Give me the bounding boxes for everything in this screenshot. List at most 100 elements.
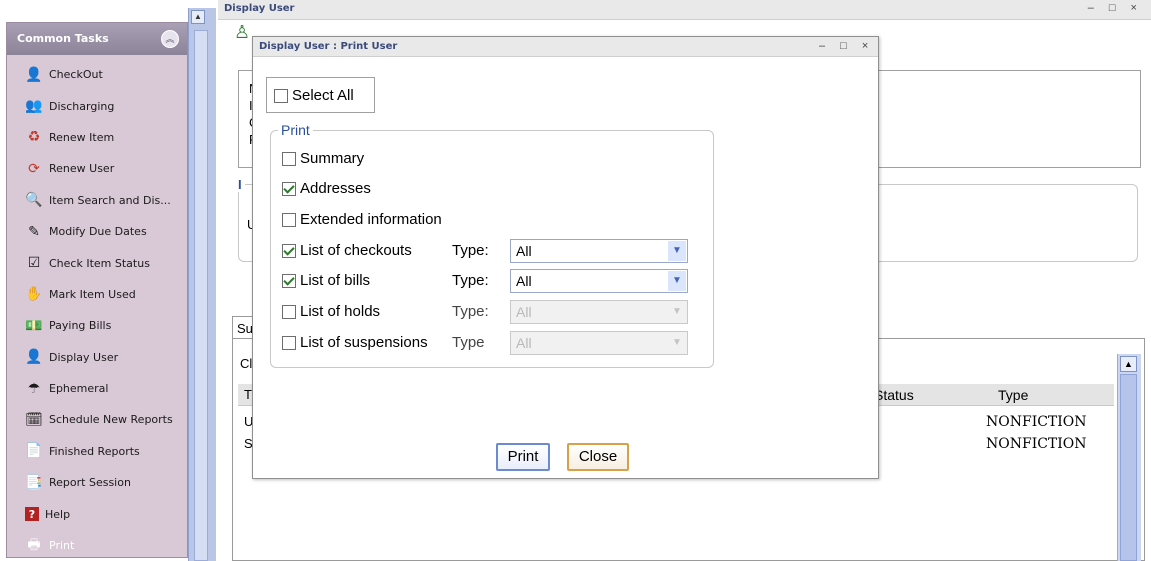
checkbox-icon[interactable]	[282, 304, 296, 319]
print-dialog-titlebar[interactable]: Display User : Print User – □ ×	[253, 37, 878, 57]
scroll-up-icon[interactable]: ▲	[1120, 356, 1137, 372]
task-item-discharging[interactable]: 👥 Discharging	[7, 90, 187, 121]
checkbox-checked-icon[interactable]	[282, 181, 296, 196]
dialog-window-controls[interactable]: – □ ×	[819, 40, 874, 52]
task-item-renew-item[interactable]: ♻ Renew Item	[7, 122, 187, 153]
results-scrollbar-thumb[interactable]	[1120, 374, 1137, 561]
scroll-up-icon[interactable]: ▲	[191, 10, 205, 24]
checkbox-icon[interactable]	[274, 88, 288, 103]
option-extended-information[interactable]: Extended information	[282, 211, 442, 228]
option-label: Addresses	[300, 180, 371, 197]
renew-user-icon: ⟳	[28, 160, 40, 177]
common-tasks-title: Common Tasks	[17, 32, 109, 45]
print-user-dialog: Display User : Print User – □ × Select A…	[252, 36, 879, 479]
task-item-ephemeral[interactable]: ☂ Ephemeral	[7, 373, 187, 404]
task-item-paying-bills[interactable]: 💵 Paying Bills	[7, 310, 187, 341]
checkbox-checked-icon[interactable]	[282, 243, 296, 258]
checkbox-icon[interactable]	[282, 335, 296, 350]
select-value: All	[516, 335, 532, 351]
task-item-label: Item Search and Dis...	[49, 193, 171, 207]
group-legend: I	[235, 177, 245, 192]
panel-scrollbar-thumb[interactable]	[194, 30, 208, 561]
checkbox-icon[interactable]	[282, 212, 296, 227]
modify-dates-icon: ✎	[28, 223, 40, 240]
task-item-label: Schedule New Reports	[49, 413, 173, 427]
column-header-title[interactable]: T	[244, 387, 252, 402]
task-item-modify-due-dates[interactable]: ✎ Modify Due Dates	[7, 216, 187, 247]
option-list-of-checkouts[interactable]: List of checkouts	[282, 242, 412, 259]
task-item-label: Renew User	[49, 162, 115, 176]
option-summary[interactable]: Summary	[282, 150, 364, 167]
task-item-item-search[interactable]: 🔍 Item Search and Dis...	[7, 185, 187, 216]
help-icon: ?	[25, 507, 39, 522]
display-user-toolbar: ♙	[234, 22, 250, 48]
task-list: 👤 CheckOut 👥 Discharging ♻ Renew Item ⟳ …	[7, 59, 187, 561]
task-item-mark-item-used[interactable]: ✋ Mark Item Used	[7, 279, 187, 310]
option-label: List of checkouts	[300, 242, 412, 259]
task-item-help[interactable]: ? Help	[7, 498, 187, 529]
print-button[interactable]: Print	[496, 443, 550, 471]
chevron-down-icon[interactable]: ▼	[668, 241, 686, 261]
item-search-icon: 🔍	[25, 192, 43, 209]
column-header-status[interactable]: Status	[874, 387, 914, 403]
paying-bills-icon: 💵	[25, 317, 43, 334]
task-item-label: Help	[45, 507, 71, 521]
task-item-display-user[interactable]: 👤 Display User	[7, 342, 187, 373]
display-user-icon: 👤	[25, 349, 43, 366]
task-item-finished-reports[interactable]: 📄 Finished Reports	[7, 436, 187, 467]
window-controls[interactable]: – □ ×	[1088, 2, 1143, 14]
task-item-checkout[interactable]: 👤 CheckOut	[7, 59, 187, 90]
collapse-icon[interactable]: ︽	[161, 30, 179, 48]
task-item-renew-user[interactable]: ⟳ Renew User	[7, 153, 187, 184]
select-all-label: Select All	[292, 87, 354, 104]
option-list-of-bills[interactable]: List of bills	[282, 272, 370, 289]
task-item-label: Print	[49, 539, 75, 553]
common-tasks-panel: Common Tasks ︽ 👤 CheckOut 👥 Discharging …	[6, 22, 188, 558]
task-item-label: Check Item Status	[49, 256, 150, 270]
close-button[interactable]: Close	[567, 443, 629, 471]
user-checkout-icon: 👤	[25, 66, 43, 83]
print-options-group: Print Summary Addresses Extended informa…	[270, 122, 714, 368]
option-label: List of holds	[300, 303, 381, 320]
task-item-label: Report Session	[49, 476, 131, 490]
option-list-of-holds[interactable]: List of holds	[282, 303, 380, 320]
select-value: All	[516, 243, 532, 259]
select-all-checkbox[interactable]: Select All	[274, 87, 354, 104]
task-item-check-item-status[interactable]: ☑ Check Item Status	[7, 247, 187, 278]
mark-used-icon: ✋	[25, 286, 43, 303]
table-cell-type: NONFICTION	[986, 436, 1087, 452]
finished-reports-icon: 📄	[25, 443, 43, 460]
column-header-type[interactable]: Type	[998, 387, 1028, 403]
type-label: Type	[452, 334, 485, 351]
select-value: All	[516, 273, 532, 289]
check-status-icon: ☑	[27, 255, 41, 272]
ephemeral-icon: ☂	[27, 380, 41, 397]
option-addresses[interactable]: Addresses	[282, 180, 371, 197]
option-label: Summary	[300, 150, 365, 167]
common-tasks-header[interactable]: Common Tasks ︽	[7, 23, 187, 55]
content-label: Cl	[240, 356, 253, 371]
type-label: Type:	[452, 303, 489, 320]
users-discharge-icon: 👥	[25, 98, 43, 115]
task-item-label: Display User	[49, 350, 119, 364]
display-user-title: Display User	[224, 3, 295, 14]
task-item-schedule-new-reports[interactable]: 🗓 Schedule New Reports	[7, 404, 187, 435]
holds-type-select: All ▼	[510, 300, 688, 324]
user-search-icon[interactable]: ♙	[234, 22, 250, 48]
option-label: List of suspensions	[300, 334, 428, 351]
checkouts-type-select[interactable]: All ▼	[510, 239, 688, 263]
option-label: Extended information	[300, 211, 442, 228]
bills-type-select[interactable]: All ▼	[510, 269, 688, 293]
print-group-legend: Print	[278, 122, 313, 138]
option-list-of-suspensions[interactable]: List of suspensions	[282, 334, 428, 351]
report-session-icon: 📑	[25, 474, 43, 491]
task-item-label: Finished Reports	[49, 444, 140, 458]
select-value: All	[516, 304, 532, 320]
chevron-down-icon[interactable]: ▼	[668, 271, 686, 291]
checkbox-checked-icon[interactable]	[282, 273, 296, 288]
checkbox-icon[interactable]	[282, 151, 296, 166]
chevron-down-icon: ▼	[668, 302, 686, 322]
task-item-report-session[interactable]: 📑 Report Session	[7, 467, 187, 498]
task-item-label: Paying Bills	[49, 319, 112, 333]
type-label: Type:	[452, 272, 489, 289]
